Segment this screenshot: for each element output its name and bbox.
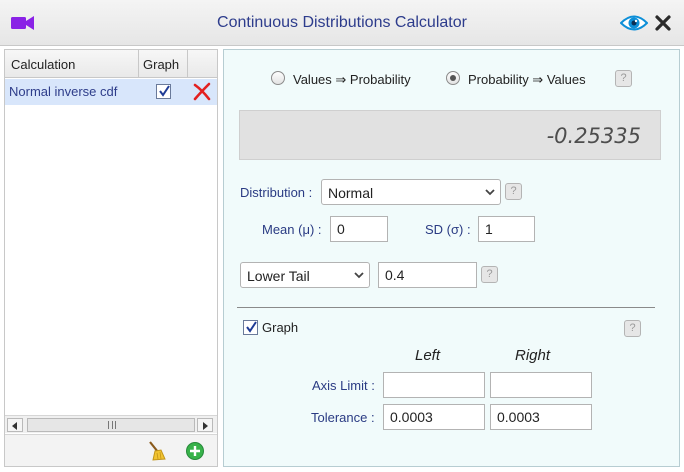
result-value: -0.25335 [546, 124, 641, 148]
column-header-graph: Graph [143, 57, 180, 72]
grip-icon [108, 421, 116, 429]
calculation-name: Normal inverse cdf [9, 84, 118, 99]
axis-limit-label: Axis Limit : [312, 378, 375, 393]
probability-input[interactable] [378, 262, 477, 288]
axis-limit-right-input[interactable] [490, 372, 592, 398]
scroll-left-button[interactable] [7, 418, 23, 432]
graph-checkbox[interactable] [156, 84, 171, 99]
distribution-select[interactable]: Normal [321, 179, 501, 205]
help-icon[interactable]: ? [505, 183, 522, 200]
radio-probability-to-values[interactable] [446, 71, 460, 85]
column-header-calculation: Calculation [11, 57, 76, 72]
help-icon[interactable]: ? [615, 70, 632, 87]
help-icon[interactable]: ? [481, 266, 498, 283]
graph-label: Graph [262, 320, 299, 335]
left-column-header: Left [415, 347, 441, 364]
tolerance-label: Tolerance : [311, 410, 375, 425]
radio-label-probability-to-values: Probability ⇒ Values [468, 72, 586, 87]
result-display: -0.25335 [239, 110, 661, 160]
sd-input[interactable] [478, 216, 535, 242]
column-divider [138, 50, 139, 78]
right-column-header: Right [515, 347, 551, 364]
title-bar: Continuous Distributions Calculator [0, 0, 684, 46]
eye-icon[interactable] [620, 13, 648, 33]
help-icon[interactable]: ? [624, 320, 641, 337]
window-title: Continuous Distributions Calculator [217, 14, 467, 31]
scroll-thumb[interactable] [27, 418, 195, 432]
tolerance-left-input[interactable] [383, 404, 485, 430]
close-icon[interactable] [654, 14, 672, 32]
mean-label: Mean (μ) : [262, 222, 322, 237]
tail-value: Lower Tail [247, 268, 310, 284]
calculator-panel: Values ⇒ Probability Probability ⇒ Value… [223, 49, 680, 467]
sd-label: SD (σ) : [425, 222, 471, 237]
delete-icon[interactable] [192, 82, 212, 102]
tolerance-right-input[interactable] [490, 404, 592, 430]
column-divider [187, 50, 188, 78]
mean-input[interactable] [330, 216, 388, 242]
check-icon [159, 85, 170, 97]
table-row[interactable]: Normal inverse cdf [5, 79, 217, 105]
graph-checkbox[interactable] [243, 320, 258, 335]
distribution-value: Normal [328, 185, 374, 201]
chevron-down-icon [485, 189, 495, 196]
radio-label-values-to-probability: Values ⇒ Probability [293, 72, 411, 87]
tail-select[interactable]: Lower Tail [240, 262, 370, 288]
add-icon[interactable] [185, 441, 205, 461]
distribution-label: Distribution : [240, 185, 313, 200]
radio-values-to-probability[interactable] [271, 71, 285, 85]
calculation-list-panel: Calculation Graph Normal inverse cdf [4, 49, 218, 467]
broom-icon[interactable] [146, 441, 166, 461]
section-divider [237, 307, 655, 308]
axis-limit-left-input[interactable] [383, 372, 485, 398]
horizontal-scrollbar[interactable] [5, 415, 217, 433]
list-toolbar [5, 434, 217, 466]
check-icon [246, 321, 257, 333]
arrow-right-icon [203, 422, 208, 430]
chevron-down-icon [354, 272, 364, 279]
table-header: Calculation Graph [5, 50, 217, 78]
arrow-left-icon [12, 422, 17, 430]
scroll-right-button[interactable] [197, 418, 213, 432]
